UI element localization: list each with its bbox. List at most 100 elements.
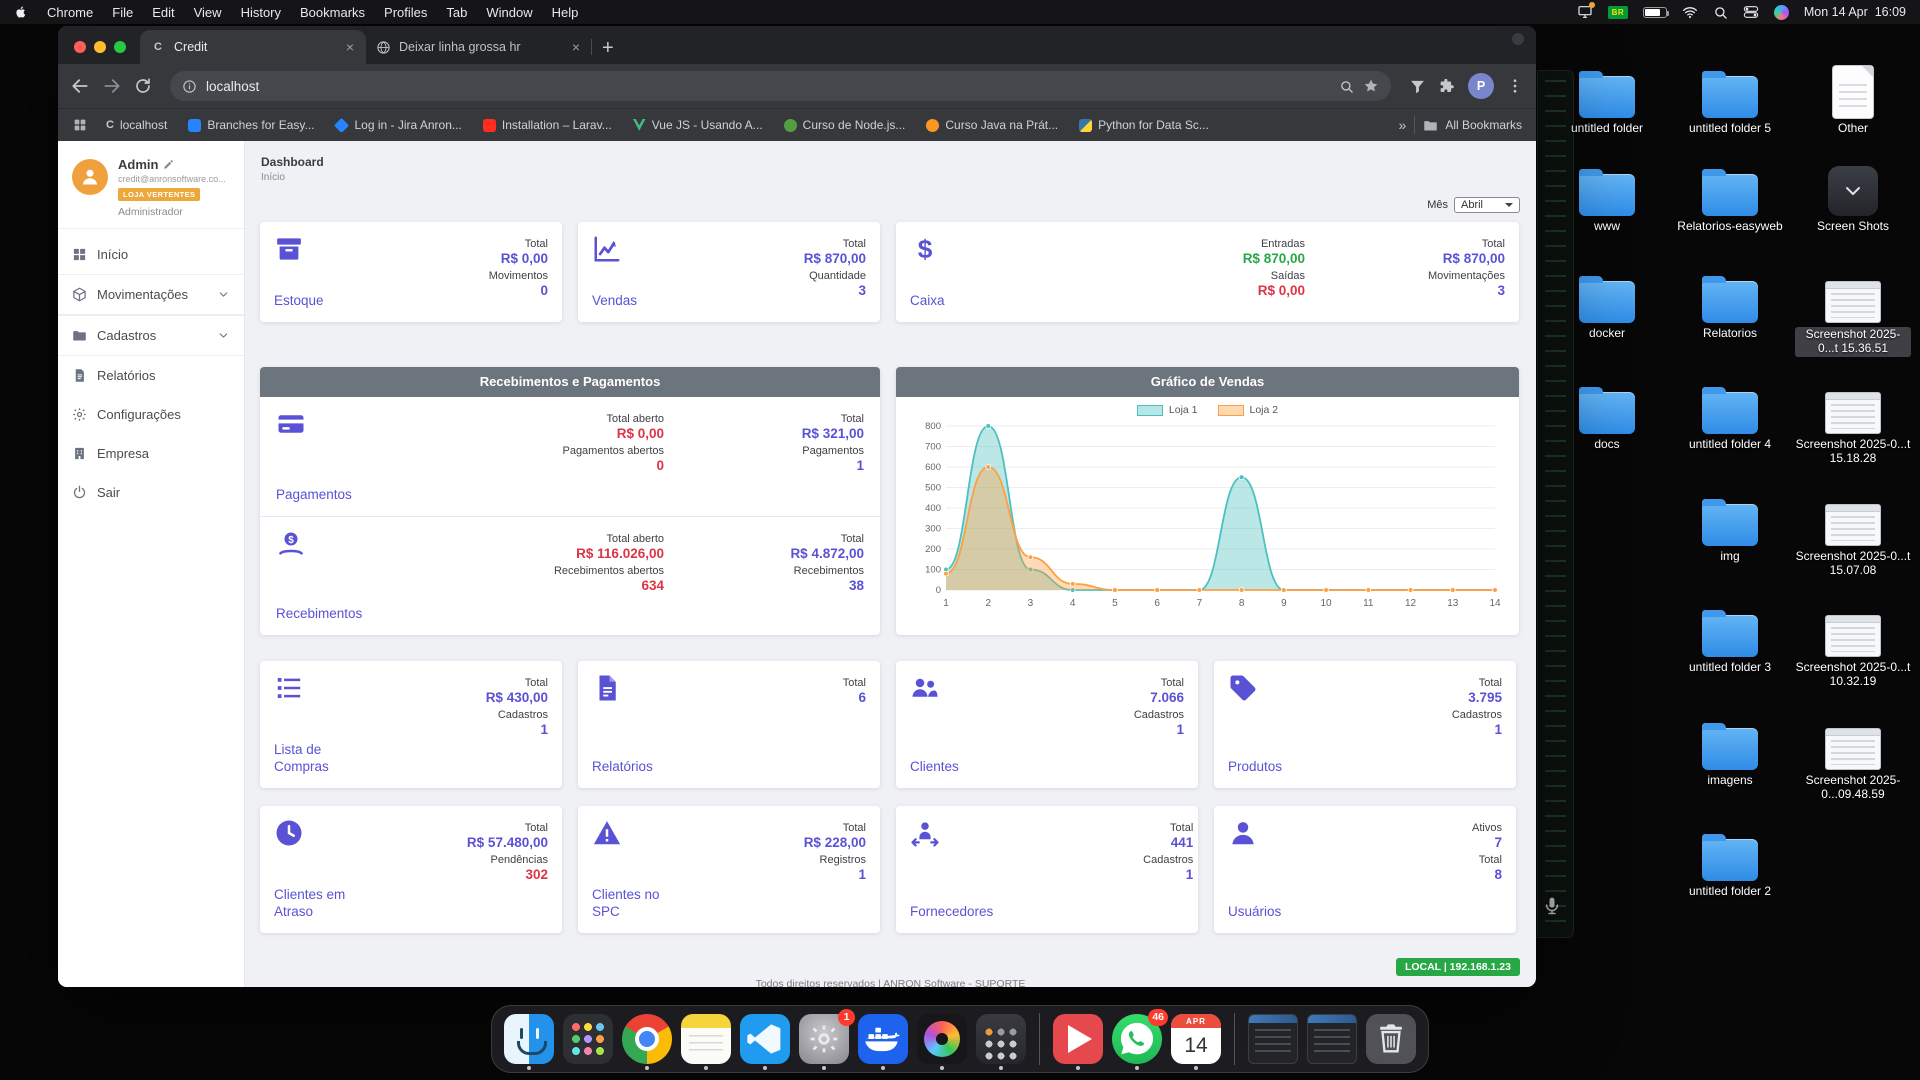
search-icon[interactable]	[1339, 79, 1354, 94]
spotlight-icon[interactable]	[1713, 5, 1728, 20]
relatorios-card[interactable]: RelatóriosTotal6	[578, 661, 880, 788]
legend-item-loja-2[interactable]: Loja 2	[1218, 404, 1279, 416]
menu-bar-item-edit[interactable]: Edit	[152, 5, 174, 20]
dock-redapp[interactable]	[1053, 1014, 1103, 1064]
dock-calculator[interactable]	[976, 1014, 1026, 1064]
new-tab-button[interactable]: +	[602, 38, 614, 58]
desktop-icon-screen-shots[interactable]: Screen Shots	[1794, 162, 1912, 234]
desktop-icon-untitled-folder[interactable]: untitled folder	[1548, 64, 1666, 136]
menu-bar-item-window[interactable]: Window	[486, 5, 532, 20]
forward-button[interactable]	[102, 76, 122, 96]
estoque-card[interactable]: EstoqueTotalR$ 0,00Movimentos0	[260, 222, 562, 322]
sidebar-item-configuracoes[interactable]: Configurações	[58, 395, 244, 434]
desktop-icon-relatorios[interactable]: Relatorios	[1671, 269, 1789, 341]
dock-trash[interactable]	[1366, 1014, 1416, 1064]
recebimentos-row[interactable]: $RecebimentosTotal abertoR$ 116.026,00Re…	[260, 516, 880, 635]
wifi-icon[interactable]	[1682, 4, 1698, 20]
bookmark-localhost[interactable]: Clocalhost	[106, 118, 167, 132]
dock-vscode[interactable]	[740, 1014, 790, 1064]
tab-deixar-linha-grossa[interactable]: Deixar linha grossa hr ×	[366, 30, 592, 64]
dock-docker[interactable]	[858, 1014, 908, 1064]
menu-bar-item-profiles[interactable]: Profiles	[384, 5, 427, 20]
desktop-icon-img[interactable]: img	[1671, 492, 1789, 564]
desktop-icon-docs[interactable]: docs	[1548, 380, 1666, 452]
dock-launchpad[interactable]	[563, 1014, 613, 1064]
display-status-icon[interactable]	[1577, 4, 1593, 20]
dock-whatsapp[interactable]: 46	[1112, 1014, 1162, 1064]
menu-bar-item-history[interactable]: History	[241, 5, 281, 20]
sidebar-item-movimentacoes[interactable]: Movimentações	[58, 274, 244, 315]
caixa-card[interactable]: $CaixaEntradasR$ 870,00SaídasR$ 0,00Tota…	[896, 222, 1519, 322]
edit-profile-icon[interactable]	[163, 159, 174, 170]
dock-chrome[interactable]	[622, 1014, 672, 1064]
bookmark-curso-java-na-prat[interactable]: Curso Java na Prát...	[926, 118, 1058, 132]
pagamentos-row[interactable]: PagamentosTotal abertoR$ 0,00Pagamentos …	[260, 397, 880, 516]
tab-search-button[interactable]	[1512, 33, 1524, 45]
zoom-window-button[interactable]	[114, 41, 126, 53]
sidebar-item-relatorios[interactable]: Relatórios	[58, 356, 244, 395]
bookmark-star-icon[interactable]	[1363, 78, 1379, 94]
tab-credit[interactable]: C Credit ×	[140, 30, 366, 64]
sidebar-item-empresa[interactable]: Empresa	[58, 434, 244, 473]
dock-window1[interactable]	[1248, 1014, 1298, 1064]
desktop-icon-screenshot-2025-0-t-15-18-28[interactable]: Screenshot 2025-0...t 15.18.28	[1794, 380, 1912, 466]
desktop-icon-other[interactable]: Other	[1794, 64, 1912, 136]
month-select[interactable]: Abril	[1454, 197, 1520, 213]
minimize-window-button[interactable]	[94, 41, 106, 53]
menu-bar-clock[interactable]: Mon 14 Apr 16:09	[1804, 5, 1906, 19]
reload-button[interactable]	[134, 77, 152, 95]
control-center-icon[interactable]	[1743, 4, 1759, 20]
menu-bar-item-help[interactable]: Help	[552, 5, 579, 20]
dock-calendar[interactable]: APR14	[1171, 1014, 1221, 1064]
browser-menu-icon[interactable]	[1506, 77, 1524, 95]
bookmarks-overflow-icon[interactable]: »	[1399, 117, 1407, 133]
fornecedores-card[interactable]: FornecedoresTotal441Cadastros1	[896, 806, 1198, 933]
filter-extension-icon[interactable]	[1409, 78, 1426, 95]
clientes-no-spc-card[interactable]: Clientes no SPCTotalR$ 228,00Registros1	[578, 806, 880, 933]
bookmark-curso-de-node-js[interactable]: Curso de Node.js...	[784, 118, 906, 132]
keyboard-layout-badge[interactable]: BR	[1608, 6, 1628, 19]
menu-bar-item-view[interactable]: View	[194, 5, 222, 20]
clientes-em-atraso-card[interactable]: Clientes em AtrasoTotalR$ 57.480,00Pendê…	[260, 806, 562, 933]
all-bookmarks-button[interactable]: All Bookmarks	[1423, 118, 1522, 133]
desktop-icon-screenshot-2025-0-t-15-07-08[interactable]: Screenshot 2025-0...t 15.07.08	[1794, 492, 1912, 578]
apple-menu-icon[interactable]	[14, 4, 28, 20]
dock-media[interactable]	[917, 1014, 967, 1064]
desktop-icon-untitled-folder-2[interactable]: untitled folder 2	[1671, 827, 1789, 899]
clientes-card[interactable]: ClientesTotal7.066Cadastros1	[896, 661, 1198, 788]
bookmark-python-for-data-sc[interactable]: Python for Data Sc...	[1079, 118, 1209, 132]
lista-de-compras-card[interactable]: Lista de ComprasTotalR$ 430,00Cadastros1	[260, 661, 562, 788]
address-bar[interactable]: localhost	[170, 71, 1391, 101]
dock-notes[interactable]	[681, 1014, 731, 1064]
produtos-card[interactable]: ProdutosTotal3.795Cadastros1	[1214, 661, 1516, 788]
dock-finder[interactable]	[504, 1014, 554, 1064]
dock-window2[interactable]	[1307, 1014, 1357, 1064]
desktop-icon-www[interactable]: www	[1548, 162, 1666, 234]
sidebar-item-inicio[interactable]: Início	[58, 235, 244, 274]
desktop-icon-untitled-folder-5[interactable]: untitled folder 5	[1671, 64, 1789, 136]
desktop-icon-untitled-folder-4[interactable]: untitled folder 4	[1671, 380, 1789, 452]
desktop-icon-imagens[interactable]: imagens	[1671, 716, 1789, 788]
bookmark-log-in-jira-anron[interactable]: Log in - Jira Anron...	[335, 118, 461, 132]
close-window-button[interactable]	[74, 41, 86, 53]
bookmark-installation-larav[interactable]: Installation – Larav...	[483, 118, 612, 132]
sidebar-item-sair[interactable]: Sair	[58, 473, 244, 512]
close-tab-icon[interactable]: ×	[570, 39, 582, 55]
menu-bar-item-file[interactable]: File	[112, 5, 133, 20]
menu-bar-item-chrome[interactable]: Chrome	[47, 5, 93, 20]
menu-bar-item-tab[interactable]: Tab	[446, 5, 467, 20]
siri-icon[interactable]	[1774, 5, 1789, 20]
profile-avatar[interactable]: P	[1468, 73, 1494, 99]
menu-bar-item-bookmarks[interactable]: Bookmarks	[300, 5, 365, 20]
extensions-icon[interactable]	[1438, 77, 1456, 95]
desktop-icon-screenshot-2025-0-09-48-59[interactable]: Screenshot 2025-0...09.48.59	[1794, 716, 1912, 802]
desktop-icon-untitled-folder-3[interactable]: untitled folder 3	[1671, 603, 1789, 675]
sidebar-item-cadastros[interactable]: Cadastros	[58, 315, 244, 356]
legend-item-loja-1[interactable]: Loja 1	[1137, 404, 1198, 416]
desktop-icon-screenshot-2025-0-t-15-36-51[interactable]: Screenshot 2025-0...t 15.36.51	[1794, 269, 1912, 357]
desktop-icon-screenshot-2025-0-t-10-32-19[interactable]: Screenshot 2025-0...t 10.32.19	[1794, 603, 1912, 689]
bookmark-branches-for-easy[interactable]: Branches for Easy...	[188, 118, 314, 132]
vendas-card[interactable]: VendasTotalR$ 870,00Quantidade3	[578, 222, 880, 322]
dock-settings[interactable]: 1	[799, 1014, 849, 1064]
site-info-icon[interactable]	[182, 79, 197, 94]
